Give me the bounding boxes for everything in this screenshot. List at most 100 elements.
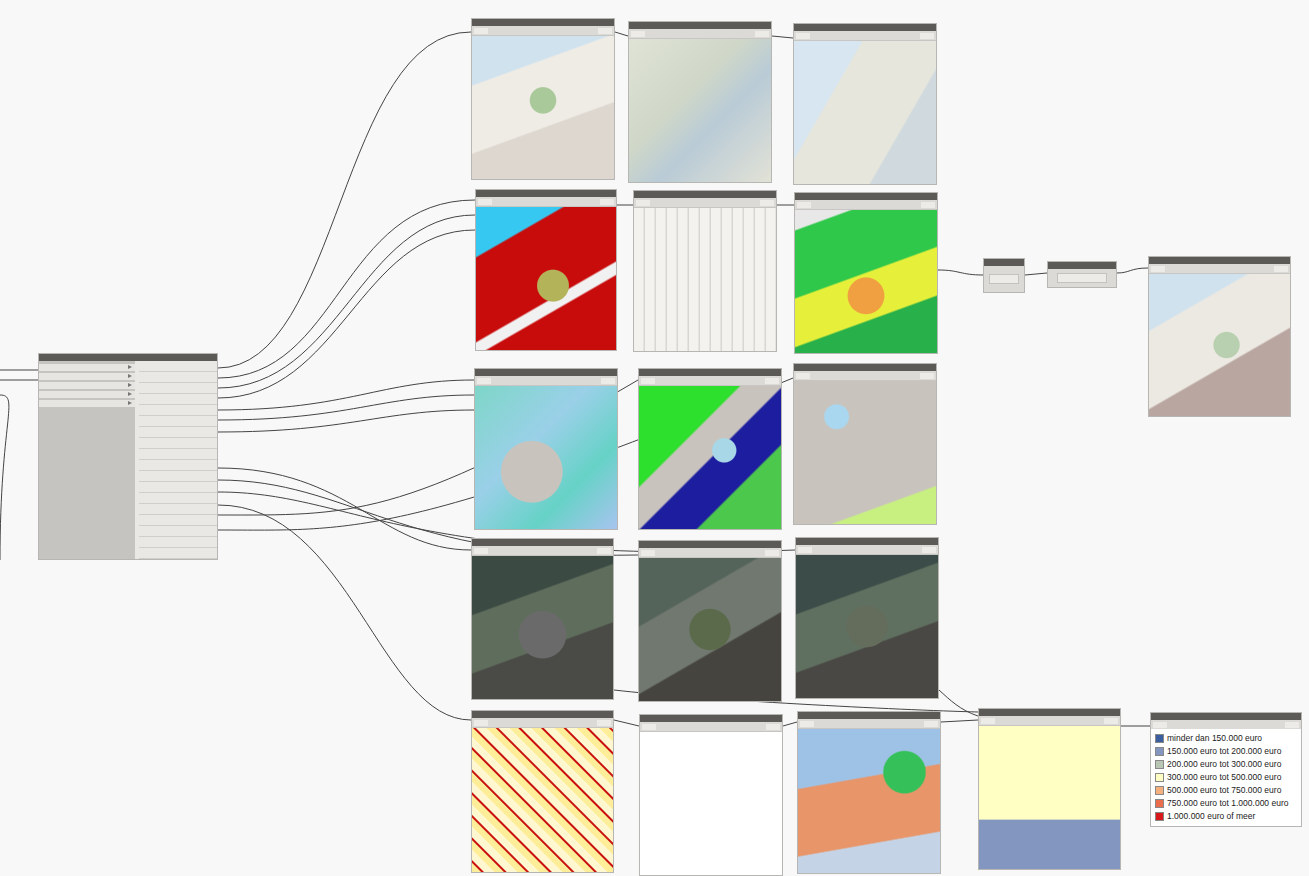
node-header[interactable] xyxy=(472,19,614,26)
map-preview-node[interactable] xyxy=(639,714,783,876)
output-port[interactable] xyxy=(139,507,217,515)
node-header[interactable] xyxy=(984,259,1024,266)
node-header[interactable] xyxy=(476,190,616,197)
map-preview-node[interactable] xyxy=(638,368,782,530)
input-port[interactable] xyxy=(39,382,135,389)
toolbar-segment xyxy=(755,31,769,37)
node-header[interactable] xyxy=(640,715,782,722)
node-header[interactable] xyxy=(472,539,613,546)
legend-swatch xyxy=(1155,760,1164,769)
node-toolbar xyxy=(629,29,771,38)
node-header[interactable] xyxy=(979,709,1120,716)
output-port[interactable] xyxy=(139,419,217,427)
input-port[interactable] xyxy=(39,364,135,371)
map-preview-node[interactable] xyxy=(797,711,941,874)
output-port[interactable] xyxy=(139,496,217,504)
relay-port[interactable] xyxy=(989,274,1019,284)
node-header[interactable] xyxy=(1048,262,1116,269)
node-toolbar xyxy=(634,198,776,207)
map-preview xyxy=(639,385,781,529)
legend-node[interactable]: minder dan 150.000 euro150.000 euro tot … xyxy=(1150,712,1302,827)
map-preview-node[interactable] xyxy=(471,18,615,180)
node-header[interactable] xyxy=(629,22,771,29)
node-toolbar xyxy=(794,31,936,40)
output-port[interactable] xyxy=(139,518,217,526)
output-port[interactable] xyxy=(139,441,217,449)
node-canvas[interactable]: minder dan 150.000 euro150.000 euro tot … xyxy=(0,0,1309,876)
node-toolbar xyxy=(979,716,1120,725)
node-header[interactable] xyxy=(1149,257,1290,264)
node-toolbar xyxy=(1149,264,1290,273)
toolbar-segment xyxy=(1104,718,1118,724)
node-toolbar xyxy=(639,376,781,385)
toolbar-segment xyxy=(760,200,774,206)
relay-port[interactable] xyxy=(1057,273,1107,283)
toolbar-segment xyxy=(800,721,814,727)
output-port[interactable] xyxy=(139,386,217,394)
node-header[interactable] xyxy=(475,369,617,376)
map-preview-node[interactable] xyxy=(793,23,937,185)
map-preview-node[interactable] xyxy=(628,21,772,183)
legend-swatch xyxy=(1155,786,1164,795)
map-preview-node[interactable] xyxy=(794,192,938,354)
output-port[interactable] xyxy=(139,408,217,416)
toolbar-segment xyxy=(477,378,491,384)
output-port[interactable] xyxy=(139,485,217,493)
input-port[interactable] xyxy=(39,400,135,407)
node-header[interactable] xyxy=(472,711,613,718)
toolbar-segment xyxy=(1151,266,1165,272)
node-header[interactable] xyxy=(794,364,936,371)
wire xyxy=(772,36,793,38)
node-header[interactable] xyxy=(798,712,940,719)
wire xyxy=(218,395,474,420)
legend-item: 500.000 euro tot 750.000 euro xyxy=(1155,785,1297,796)
map-preview xyxy=(475,385,617,529)
node-toolbar xyxy=(472,718,613,727)
output-port[interactable] xyxy=(139,529,217,537)
output-port[interactable] xyxy=(139,364,217,372)
node-header[interactable] xyxy=(1151,713,1301,720)
node-header[interactable] xyxy=(794,24,936,31)
legend-item: 1.000.000 euro of meer xyxy=(1155,811,1297,822)
legend-label: 500.000 euro tot 750.000 euro xyxy=(1167,785,1281,795)
wire xyxy=(783,722,797,726)
output-port[interactable] xyxy=(139,430,217,438)
output-port[interactable] xyxy=(139,452,217,460)
source-node[interactable] xyxy=(38,353,218,560)
relay-node[interactable] xyxy=(983,258,1025,293)
wire xyxy=(218,468,471,550)
relay-node[interactable] xyxy=(1047,261,1117,288)
node-header[interactable] xyxy=(639,541,781,548)
map-preview-node[interactable] xyxy=(1148,256,1291,417)
map-preview-node[interactable] xyxy=(638,540,782,702)
map-preview-node[interactable] xyxy=(471,538,614,700)
toolbar-segment xyxy=(597,548,611,554)
toolbar-segment xyxy=(797,202,811,208)
output-port[interactable] xyxy=(139,375,217,383)
map-preview-node[interactable] xyxy=(978,708,1121,870)
node-toolbar xyxy=(640,722,782,731)
input-port[interactable] xyxy=(39,391,135,398)
output-port[interactable] xyxy=(139,551,217,559)
output-port[interactable] xyxy=(139,474,217,482)
node-header[interactable] xyxy=(39,354,217,361)
map-preview-node[interactable] xyxy=(474,368,618,530)
input-port[interactable] xyxy=(39,373,135,380)
node-header[interactable] xyxy=(639,369,781,376)
node-header[interactable] xyxy=(795,193,937,200)
node-header[interactable] xyxy=(796,538,938,545)
map-preview-node[interactable] xyxy=(793,363,937,525)
map-preview-node[interactable] xyxy=(633,190,777,352)
output-port[interactable] xyxy=(139,463,217,471)
node-toolbar xyxy=(472,546,613,555)
map-preview xyxy=(798,728,940,873)
map-preview xyxy=(472,555,613,699)
node-body xyxy=(984,266,1024,292)
output-port[interactable] xyxy=(139,397,217,405)
output-port[interactable] xyxy=(139,540,217,548)
map-preview-node[interactable] xyxy=(795,537,939,699)
node-header[interactable] xyxy=(634,191,776,198)
map-preview-node[interactable] xyxy=(475,189,617,351)
map-preview-node[interactable] xyxy=(471,710,614,873)
map-preview xyxy=(640,731,782,875)
